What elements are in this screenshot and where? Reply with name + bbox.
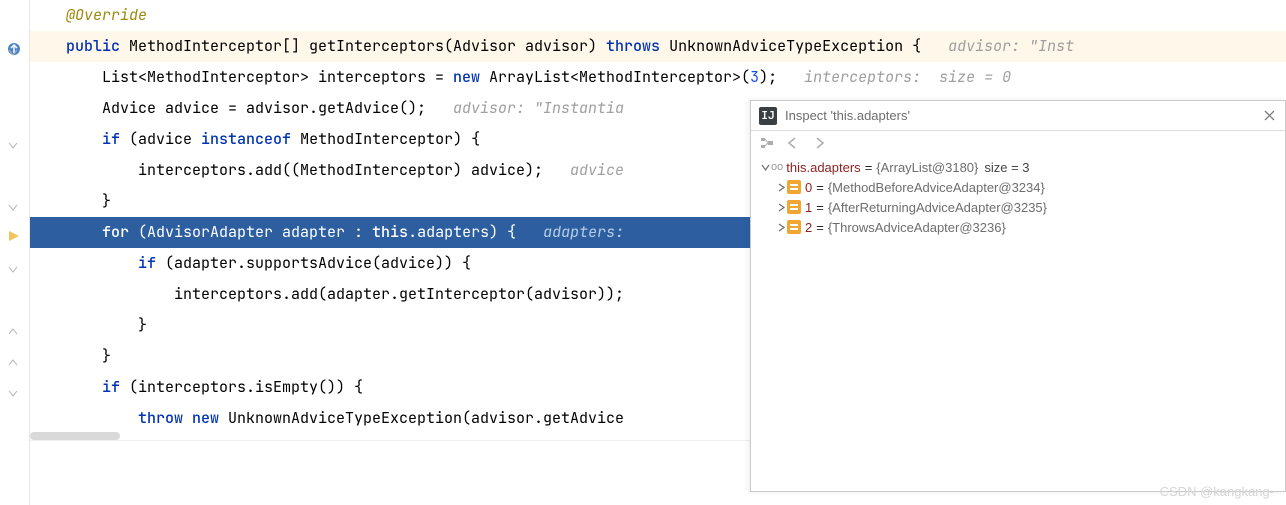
- inspect-toolbar: [751, 131, 1285, 155]
- tree-index: 0: [805, 180, 812, 195]
- fold-icon[interactable]: [8, 389, 20, 401]
- tree-var-name: this.adapters: [786, 160, 860, 175]
- expander-down-icon[interactable]: [759, 161, 771, 173]
- debug-tree[interactable]: oo this.adapters = {ArrayList@3180} size…: [751, 155, 1285, 239]
- expander-right-icon[interactable]: [775, 181, 787, 193]
- expander-right-icon[interactable]: [775, 221, 787, 233]
- close-icon[interactable]: [1261, 108, 1277, 124]
- tree-var-value: {ThrowsAdviceAdapter@3236}: [828, 220, 1006, 235]
- back-icon[interactable]: [785, 135, 801, 151]
- fold-icon[interactable]: [8, 327, 20, 339]
- tree-view-icon[interactable]: [759, 135, 775, 151]
- horizontal-scrollbar[interactable]: [30, 432, 120, 440]
- forward-icon[interactable]: [811, 135, 827, 151]
- breakpoint-icon[interactable]: [7, 228, 21, 248]
- fold-icon[interactable]: [8, 48, 20, 60]
- tree-size: size = 3: [984, 160, 1029, 175]
- inspect-popup: IJ Inspect 'this.adapters' oo this.adapt…: [750, 100, 1286, 492]
- link-icon: oo: [771, 161, 783, 173]
- fold-icon[interactable]: [8, 358, 20, 370]
- tree-var-value: {ArrayList@3180}: [876, 160, 978, 175]
- inspect-title: Inspect 'this.adapters': [785, 108, 1261, 123]
- fold-icon[interactable]: [8, 265, 20, 277]
- annotation: @Override: [66, 5, 147, 25]
- code-line[interactable]: List<MethodInterceptor> interceptors = n…: [30, 62, 1286, 93]
- code-line[interactable]: public MethodInterceptor[] getIntercepto…: [30, 31, 1286, 62]
- tree-row[interactable]: 2 = {ThrowsAdviceAdapter@3236}: [751, 217, 1285, 237]
- object-icon: [787, 180, 801, 194]
- tree-index: 2: [805, 220, 812, 235]
- inline-hint: advisor: "Instantia: [453, 98, 624, 118]
- tree-var-value: {AfterReturningAdviceAdapter@3235}: [828, 200, 1047, 215]
- object-icon: [787, 220, 801, 234]
- inline-hint: advice: [570, 160, 624, 180]
- tree-row[interactable]: 1 = {AfterReturningAdviceAdapter@3235}: [751, 197, 1285, 217]
- tree-index: 1: [805, 200, 812, 215]
- tree-row[interactable]: 0 = {MethodBeforeAdviceAdapter@3234}: [751, 177, 1285, 197]
- object-icon: [787, 200, 801, 214]
- intellij-icon: IJ: [759, 107, 777, 125]
- inspect-header: IJ Inspect 'this.adapters': [751, 101, 1285, 131]
- editor-gutter: [0, 0, 30, 505]
- inline-hint: adapters:: [543, 222, 624, 242]
- tree-var-value: {MethodBeforeAdviceAdapter@3234}: [828, 180, 1045, 195]
- inline-hint: interceptors: size = 0: [804, 67, 1011, 87]
- code-line[interactable]: @Override: [30, 0, 1286, 31]
- fold-icon[interactable]: [8, 141, 20, 153]
- inline-hint: advisor: "Inst: [948, 36, 1074, 56]
- fold-icon[interactable]: [8, 203, 20, 215]
- tree-root-row[interactable]: oo this.adapters = {ArrayList@3180} size…: [751, 157, 1285, 177]
- expander-right-icon[interactable]: [775, 201, 787, 213]
